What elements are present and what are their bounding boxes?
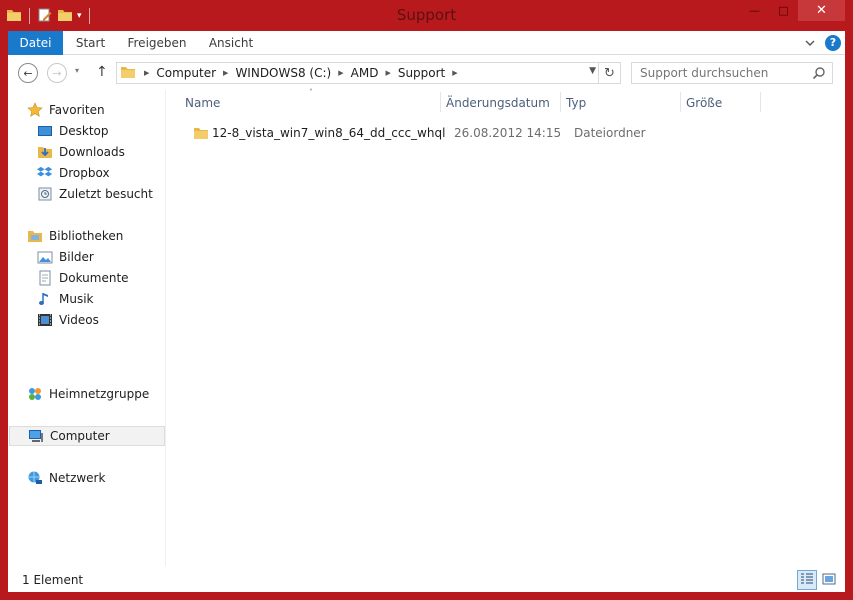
sidebar-item-musik[interactable]: Musik (37, 289, 94, 309)
column-divider[interactable] (440, 92, 441, 112)
close-button[interactable]: ✕ (798, 0, 845, 21)
large-icons-view-button[interactable] (819, 570, 839, 590)
column-header-name[interactable]: Name (185, 96, 220, 110)
sidebar-item-label: Videos (59, 313, 99, 327)
file-list-pane: ˄ Name Änderungsdatum Typ Größe 12-8_vis… (174, 88, 845, 566)
status-bar: 1 Element (8, 569, 845, 592)
column-header-type[interactable]: Typ (566, 96, 586, 110)
caption-buttons: — □ ✕ (740, 0, 845, 21)
sidebar-item-bibliotheken[interactable]: Bibliotheken (27, 226, 123, 246)
search-box[interactable] (631, 62, 833, 84)
title-bar: ▾ Support — □ ✕ (0, 0, 853, 31)
maximize-button[interactable]: □ (769, 0, 798, 21)
sidebar-item-favoriten[interactable]: Favoriten (27, 100, 105, 120)
sidebar-item-label: Bilder (59, 250, 94, 264)
sidebar-item-label: Dropbox (59, 166, 110, 180)
address-dropdown-icon[interactable]: ▼ (589, 66, 596, 76)
libraries-icon (27, 228, 43, 244)
breadcrumb-separator-icon[interactable]: ▶ (448, 69, 461, 77)
breadcrumb-drive[interactable]: WINDOWS8 (C:) (232, 66, 334, 80)
column-header-size[interactable]: Größe (686, 96, 722, 110)
forward-button[interactable]: → (47, 63, 67, 83)
file-date: 26.08.2012 14:15 (454, 126, 562, 140)
sidebar-item-label: Zuletzt besucht (59, 187, 153, 201)
breadcrumb-separator-icon[interactable]: ▶ (219, 69, 232, 77)
ribbon-tab-bar: Datei Start Freigeben Ansicht ? (8, 31, 845, 55)
file-name: 12-8_vista_win7_win8_64_dd_ccc_whql (212, 126, 446, 140)
sidebar-item-downloads[interactable]: Downloads (37, 142, 125, 162)
minimize-button[interactable]: — (740, 0, 769, 21)
sidebar-item-label: Bibliotheken (49, 229, 124, 243)
sidebar-item-computer[interactable]: Computer (9, 426, 165, 446)
network-icon (27, 470, 43, 486)
sidebar-item-videos[interactable]: Videos (37, 310, 99, 330)
up-button[interactable]: ↑ (96, 64, 108, 80)
table-row[interactable]: 12-8_vista_win7_win8_64_dd_ccc_whql 26.0… (186, 122, 726, 144)
recent-places-icon (37, 186, 53, 202)
folder-icon (193, 125, 209, 144)
sidebar-item-label: Dokumente (59, 271, 129, 285)
desktop-icon (37, 123, 53, 139)
sidebar-item-label: Computer (50, 429, 110, 443)
sidebar-item-bilder[interactable]: Bilder (37, 247, 94, 267)
sidebar-item-label: Downloads (59, 145, 125, 159)
column-divider[interactable] (560, 92, 561, 112)
column-header-date[interactable]: Änderungsdatum (446, 96, 550, 110)
search-input[interactable] (640, 66, 808, 80)
refresh-button[interactable]: ↻ (598, 63, 620, 83)
folder-icon (120, 64, 136, 83)
tab-start[interactable]: Start (63, 31, 118, 55)
sidebar-item-desktop[interactable]: Desktop (37, 121, 109, 141)
breadcrumb-separator-icon[interactable]: ▶ (381, 69, 394, 77)
star-icon (27, 102, 43, 118)
item-count: 1 Element (22, 573, 84, 587)
breadcrumb-separator-icon[interactable]: ▶ (334, 69, 347, 77)
chevron-down-icon[interactable] (805, 36, 815, 50)
breadcrumb-support[interactable]: Support (395, 66, 448, 80)
breadcrumb-amd[interactable]: AMD (348, 66, 382, 80)
help-button[interactable]: ? (825, 35, 841, 51)
sidebar-item-netzwerk[interactable]: Netzwerk (27, 468, 105, 488)
tab-ansicht[interactable]: Ansicht (196, 31, 266, 55)
sidebar-item-label: Musik (59, 292, 94, 306)
address-bar[interactable]: ▶ Computer ▶ WINDOWS8 (C:) ▶ AMD ▶ Suppo… (116, 62, 621, 84)
details-view-button[interactable] (797, 570, 817, 590)
explorer-window: ▾ Support — □ ✕ Datei Start Freigeben An… (0, 0, 853, 600)
tab-datei[interactable]: Datei (8, 31, 63, 55)
downloads-icon (37, 144, 53, 160)
tab-freigeben[interactable]: Freigeben (118, 31, 196, 55)
homegroup-icon (27, 386, 43, 402)
documents-icon (37, 270, 53, 286)
column-divider[interactable] (760, 92, 761, 112)
details-view-icon (800, 572, 814, 589)
back-button[interactable]: ← (18, 63, 38, 83)
pictures-icon (37, 249, 53, 265)
sidebar-item-label: Heimnetzgruppe (49, 387, 150, 401)
breadcrumb-computer[interactable]: Computer (153, 66, 219, 80)
music-icon (37, 291, 53, 307)
sidebar-item-label: Desktop (59, 124, 109, 138)
explorer-client-area: Datei Start Freigeben Ansicht ? ← → ▾ ↑ … (8, 31, 845, 592)
videos-icon (37, 312, 53, 328)
sort-ascending-icon: ˄ (309, 88, 313, 97)
column-divider[interactable] (680, 92, 681, 112)
window-title: Support (396, 6, 457, 24)
sidebar-item-zuletzt-besucht[interactable]: Zuletzt besucht (37, 184, 153, 204)
computer-icon (28, 428, 44, 444)
dropbox-icon (37, 165, 53, 181)
large-icons-view-icon (822, 572, 836, 589)
sidebar-item-dokumente[interactable]: Dokumente (37, 268, 129, 288)
breadcrumb-separator-icon[interactable]: ▶ (140, 69, 153, 77)
file-type: Dateiordner (574, 126, 646, 140)
sidebar-item-label: Favoriten (49, 103, 105, 117)
sidebar-item-dropbox[interactable]: Dropbox (37, 163, 110, 183)
sidebar-item-heimnetzgruppe[interactable]: Heimnetzgruppe (27, 384, 149, 404)
search-icon[interactable] (812, 66, 826, 83)
navigation-bar: ← → ▾ ↑ ▶ Computer ▶ WINDOWS8 (C:) ▶ AMD… (8, 56, 845, 90)
sidebar-item-label: Netzwerk (49, 471, 106, 485)
navigation-pane: Favoriten Desktop Downloads Dropbox Zule… (8, 90, 166, 566)
recent-locations-dropdown-icon[interactable]: ▾ (75, 66, 79, 75)
ribbon-controls: ? (805, 35, 841, 51)
